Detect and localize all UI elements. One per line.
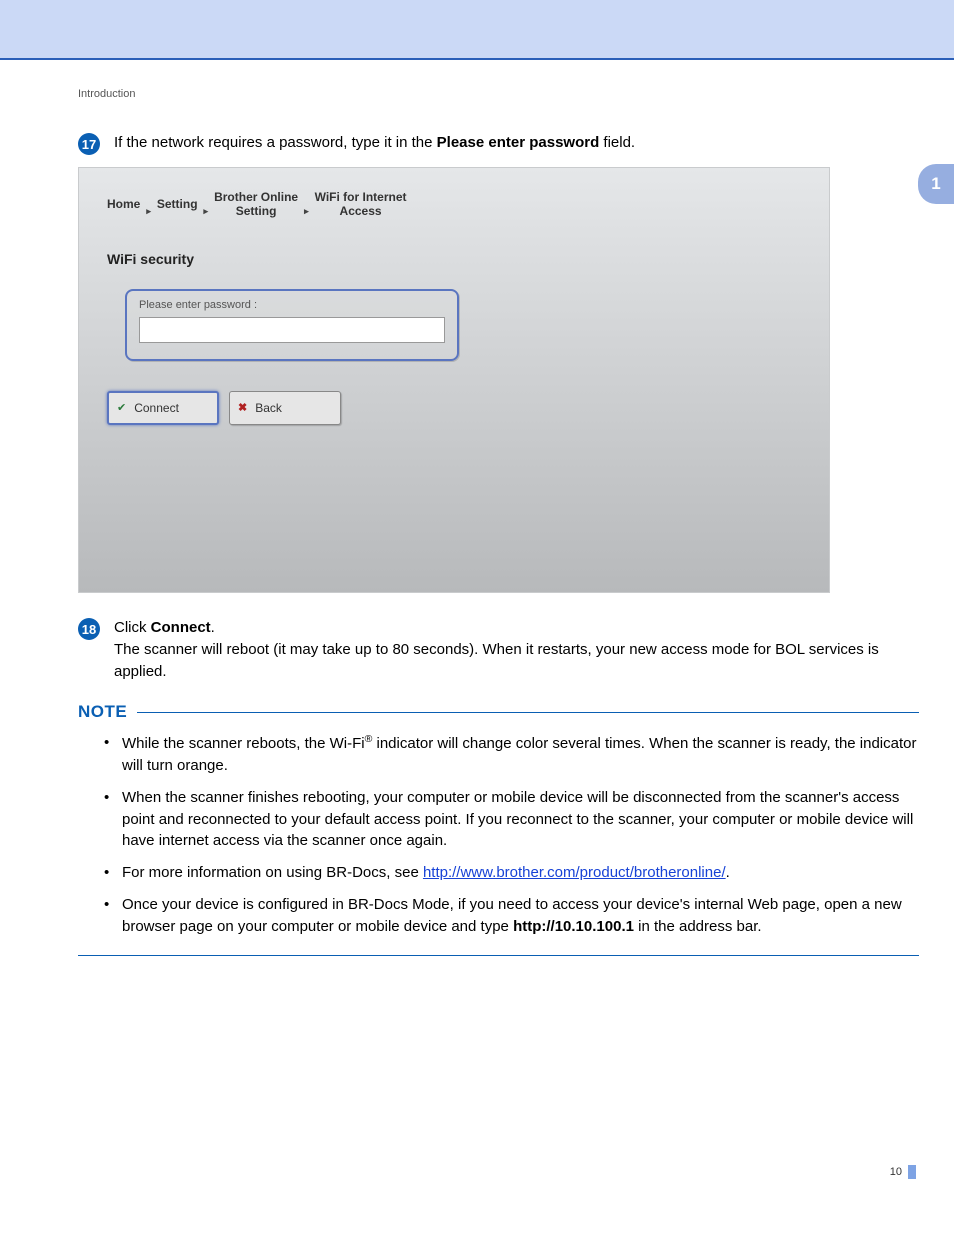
note-text: When the scanner finishes rebooting, you… bbox=[122, 789, 913, 850]
note-item: While the scanner reboots, the Wi-Fi® in… bbox=[104, 732, 919, 777]
page-number: 10 bbox=[890, 1165, 916, 1179]
note-rule-end bbox=[78, 955, 919, 956]
page-accent-icon bbox=[908, 1165, 916, 1179]
step-17-bold: Please enter password bbox=[437, 134, 600, 151]
crumb-line: Setting bbox=[214, 204, 298, 218]
panel-title: WiFi security bbox=[107, 251, 801, 267]
crumb-home[interactable]: Home bbox=[107, 197, 140, 211]
header-band bbox=[0, 0, 954, 58]
crumb-line: WiFi for Internet bbox=[315, 190, 407, 204]
chevron-right-icon: ▸ bbox=[204, 206, 209, 219]
step-number-icon: 18 bbox=[78, 618, 100, 640]
note-text: While the scanner reboots, the Wi-Fi bbox=[122, 735, 365, 752]
note-item: Once your device is configured in BR-Doc… bbox=[104, 894, 919, 938]
chevron-right-icon: ▸ bbox=[146, 206, 151, 219]
note-item: When the scanner finishes rebooting, you… bbox=[104, 787, 919, 852]
password-input[interactable] bbox=[139, 317, 445, 343]
note-rule bbox=[137, 712, 919, 713]
connect-label: Connect bbox=[134, 401, 179, 415]
crumb-line: Access bbox=[315, 204, 407, 218]
note-text: Once your device is configured in BR-Doc… bbox=[122, 896, 902, 935]
note-text: in the address bar. bbox=[634, 918, 762, 935]
note-block: NOTE While the scanner reboots, the Wi-F… bbox=[78, 702, 919, 956]
step-18: 18 Click Connect. The scanner will reboo… bbox=[78, 617, 919, 682]
back-label: Back bbox=[255, 401, 282, 415]
step-18-text-c: The scanner will reboot (it may take up … bbox=[114, 641, 879, 680]
crumb-line: Brother Online bbox=[214, 190, 298, 204]
step-17-text-a: If the network requires a password, type… bbox=[114, 134, 437, 151]
step-number-icon: 17 bbox=[78, 133, 100, 155]
step-18-bold: Connect bbox=[151, 619, 211, 636]
section-label: Introduction bbox=[78, 88, 919, 100]
step-18-text-a: Click bbox=[114, 619, 151, 636]
note-text: For more information on using BR-Docs, s… bbox=[122, 864, 423, 881]
password-label: Please enter password : bbox=[139, 299, 445, 311]
step-17-text-b: field. bbox=[599, 134, 635, 151]
step-17: 17 If the network requires a password, t… bbox=[78, 132, 919, 155]
breadcrumb: Home ▸ Setting ▸ Brother Online Setting … bbox=[107, 190, 801, 219]
chevron-right-icon: ▸ bbox=[304, 206, 309, 219]
note-item: For more information on using BR-Docs, s… bbox=[104, 862, 919, 884]
crumb-setting[interactable]: Setting bbox=[157, 197, 198, 211]
note-ip: http://10.10.100.1 bbox=[513, 918, 634, 935]
note-title: NOTE bbox=[78, 702, 127, 722]
note-text: . bbox=[726, 864, 730, 881]
connect-button[interactable]: ✔ Connect bbox=[107, 391, 219, 425]
back-button[interactable]: ✖ Back bbox=[229, 391, 341, 425]
wifi-security-screenshot: Home ▸ Setting ▸ Brother Online Setting … bbox=[78, 167, 830, 593]
check-icon: ✔ bbox=[117, 401, 126, 414]
close-icon: ✖ bbox=[238, 401, 247, 414]
step-18-text-b: . bbox=[211, 619, 215, 636]
crumb-wifi-access[interactable]: WiFi for Internet Access bbox=[315, 190, 407, 219]
brother-online-link[interactable]: http://www.brother.com/product/brotheron… bbox=[423, 864, 726, 881]
page-number-text: 10 bbox=[890, 1166, 902, 1178]
password-group: Please enter password : bbox=[125, 289, 459, 361]
crumb-brother-online[interactable]: Brother Online Setting bbox=[214, 190, 298, 219]
